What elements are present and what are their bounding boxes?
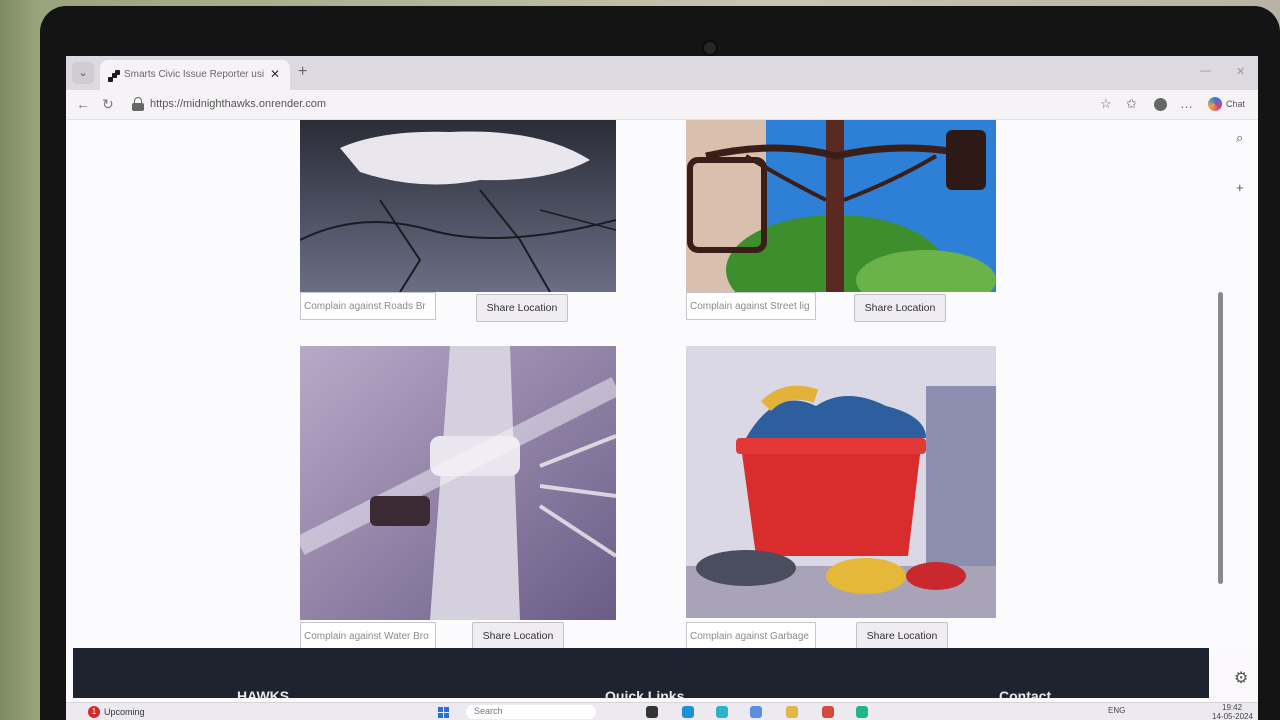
complaint-input-water[interactable] <box>300 622 436 650</box>
site-footer: HAWKS Quick Links Contact <box>73 648 1209 698</box>
street-light-image <box>686 120 996 292</box>
reload-icon[interactable]: ↻ <box>102 96 114 113</box>
search-icon[interactable]: ⌕ <box>1236 130 1243 146</box>
clock-time: 19:42 <box>1222 703 1243 712</box>
new-tab-button[interactable]: + <box>298 63 307 81</box>
site-favicon-icon <box>108 70 120 82</box>
road-damage-image <box>300 120 616 292</box>
chevron-down-icon: ⌄ <box>78 67 88 79</box>
close-window-icon[interactable]: ✕ <box>1236 65 1245 78</box>
laptop-screen: ⌄ Smarts Civic Issue Reporter using ✕ + … <box>66 56 1258 720</box>
footer-quick-links-heading: Quick Links <box>605 688 685 698</box>
share-location-button-street-light[interactable]: Share Location <box>854 294 946 322</box>
add-icon[interactable]: + <box>1236 180 1244 195</box>
settings-gear-icon[interactable]: ⚙ <box>1234 668 1248 688</box>
file-explorer-icon[interactable] <box>646 706 658 718</box>
water-leak-image <box>300 346 616 620</box>
brave-icon[interactable] <box>822 706 834 718</box>
page-scrollbar[interactable] <box>1218 292 1223 584</box>
taskbar-search-label: Search <box>474 706 503 716</box>
weather-widget[interactable]: Upcoming <box>104 707 145 717</box>
share-location-button-water[interactable]: Share Location <box>472 622 564 650</box>
star-icon[interactable]: ☆ <box>1100 96 1112 112</box>
page-content: Share Location Share Location <box>66 120 1258 650</box>
language-indicator[interactable]: ENG <box>1108 706 1125 715</box>
folder-icon[interactable] <box>786 706 798 718</box>
tab-title: Smarts Civic Issue Reporter using <box>124 69 264 80</box>
taskbar-search[interactable]: Search <box>466 705 596 719</box>
notification-badge: 1 <box>88 706 100 718</box>
chat-label[interactable]: Chat <box>1226 99 1245 109</box>
share-location-button-roads[interactable]: Share Location <box>476 294 568 322</box>
profile-avatar-icon[interactable] <box>1154 98 1167 111</box>
sidebar-rail: ⌕ + <box>1228 120 1258 650</box>
store-icon[interactable] <box>716 706 728 718</box>
address-bar[interactable]: https://midnighthawks.onrender.com <box>128 94 1028 116</box>
complaint-input-roads[interactable] <box>300 292 436 320</box>
tab-list-button[interactable]: ⌄ <box>72 62 94 84</box>
garbage-image <box>686 346 996 618</box>
share-location-button-garbage[interactable]: Share Location <box>856 622 948 650</box>
browser-tab-bar: ⌄ Smarts Civic Issue Reporter using ✕ + … <box>66 56 1258 90</box>
complaint-input-garbage[interactable] <box>686 622 816 650</box>
windows-taskbar: 1 Upcoming Search ENG 19:42 14-05-2024 <box>66 702 1258 720</box>
windows-start-icon[interactable] <box>438 707 450 719</box>
clock-date: 14-05-2024 <box>1212 712 1253 720</box>
more-options-icon[interactable]: … <box>1180 96 1193 111</box>
lock-icon <box>132 97 144 111</box>
favorites-icon[interactable]: ✩ <box>1126 96 1137 112</box>
complaint-input-street-light[interactable] <box>686 292 816 320</box>
edge-icon[interactable] <box>682 706 694 718</box>
url-text: https://midnighthawks.onrender.com <box>150 98 327 110</box>
footer-brand: HAWKS <box>237 688 290 698</box>
mail-icon[interactable] <box>750 706 762 718</box>
back-icon[interactable]: ← <box>76 96 90 112</box>
copilot-icon[interactable] <box>1208 97 1222 111</box>
browser-toolbar: ← ↻ https://midnighthawks.onrender.com ☆… <box>66 90 1258 120</box>
webcam <box>702 40 718 56</box>
close-tab-icon[interactable]: ✕ <box>270 67 280 81</box>
minimize-window-icon[interactable]: — <box>1200 65 1211 77</box>
browser-tab-active[interactable]: Smarts Civic Issue Reporter using ✕ <box>100 60 290 90</box>
footer-contact-heading: Contact <box>999 688 1052 698</box>
whatsapp-icon[interactable] <box>856 706 868 718</box>
